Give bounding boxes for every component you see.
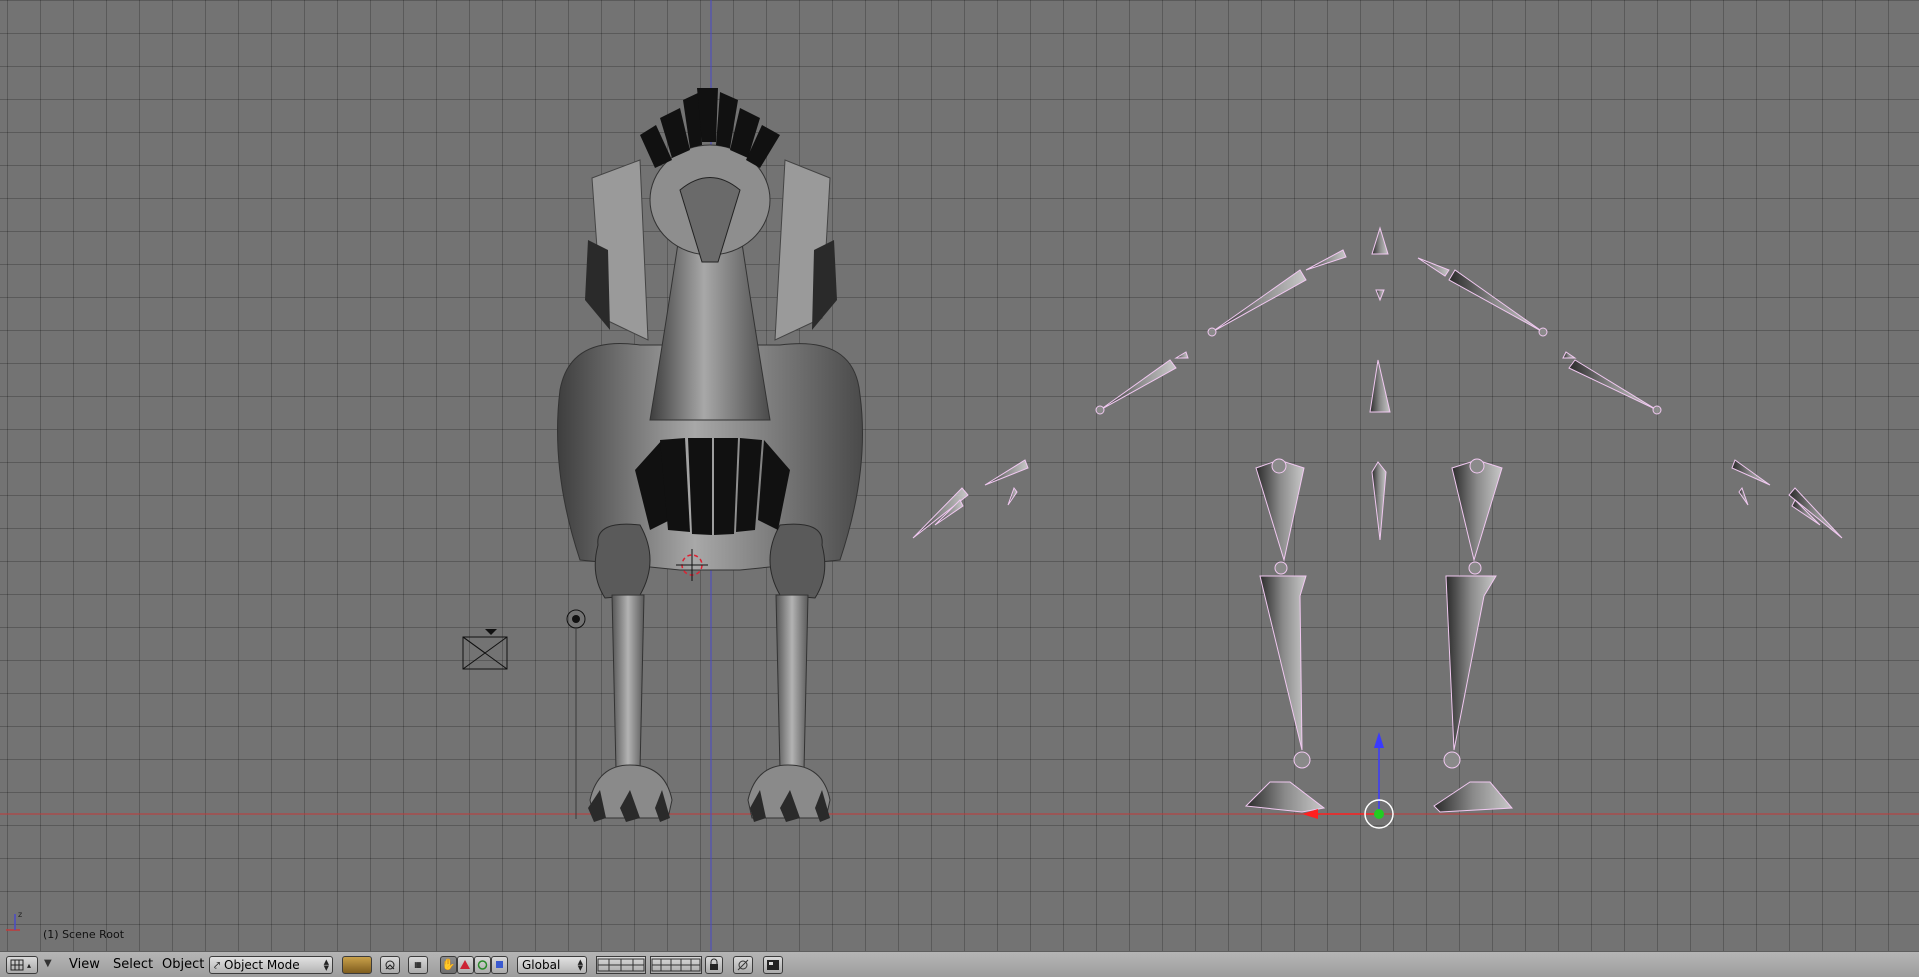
- mode-updown-icon: ▲ ▼: [323, 958, 329, 972]
- transform-widget[interactable]: [1302, 732, 1394, 829]
- scale-icon[interactable]: [491, 956, 508, 974]
- scene-info-label: (1) Scene Root: [43, 928, 125, 941]
- viewport-header: ▴ ▼ View Select Object ⤤ Object Mode ▲ ▼ …: [0, 951, 1919, 977]
- object-menu[interactable]: Object: [162, 957, 204, 973]
- lock-icon[interactable]: [705, 956, 723, 974]
- axis-gizmo-icon: z: [6, 910, 22, 931]
- layer-grid-2-icon[interactable]: [650, 956, 702, 974]
- view-menu[interactable]: View: [69, 957, 100, 973]
- pivot-icon[interactable]: [380, 956, 400, 974]
- header-collapse-icon[interactable]: ▼: [44, 958, 52, 969]
- scene-canvas[interactable]: [0, 0, 1919, 951]
- mode-selector[interactable]: ⤤ Object Mode ▲ ▼: [209, 956, 333, 974]
- lamp-object[interactable]: [566, 609, 586, 819]
- object-mode-icon: ⤤: [214, 959, 221, 972]
- armature[interactable]: [912, 226, 1843, 813]
- chocobo-mesh[interactable]: [557, 88, 863, 822]
- orientation-updown-icon: ▲ ▼: [577, 958, 583, 972]
- scene-lock-icon[interactable]: [733, 956, 753, 974]
- svg-text:▴: ▴: [27, 961, 31, 970]
- select-menu[interactable]: Select: [113, 957, 153, 973]
- orientation-label: Global: [522, 958, 561, 972]
- translate-icon[interactable]: [457, 956, 474, 974]
- render-icon[interactable]: [763, 956, 783, 974]
- mode-label: Object Mode: [224, 958, 300, 972]
- orientation-selector[interactable]: Global ▲ ▼: [517, 956, 587, 974]
- camera-object[interactable]: [462, 629, 508, 670]
- pivot-extra-icon[interactable]: ▦: [408, 956, 428, 974]
- axis-gizmo-label: z: [18, 910, 22, 919]
- rotate-icon[interactable]: [474, 956, 491, 974]
- shading-solid-icon[interactable]: [342, 956, 372, 974]
- 3d-viewport[interactable]: (1) Scene Root z: [0, 0, 1919, 951]
- editor-type-icon[interactable]: ▴: [6, 956, 38, 974]
- layer-grid-icon[interactable]: [596, 956, 646, 974]
- hand-manipulator-icon[interactable]: ✋: [440, 956, 457, 974]
